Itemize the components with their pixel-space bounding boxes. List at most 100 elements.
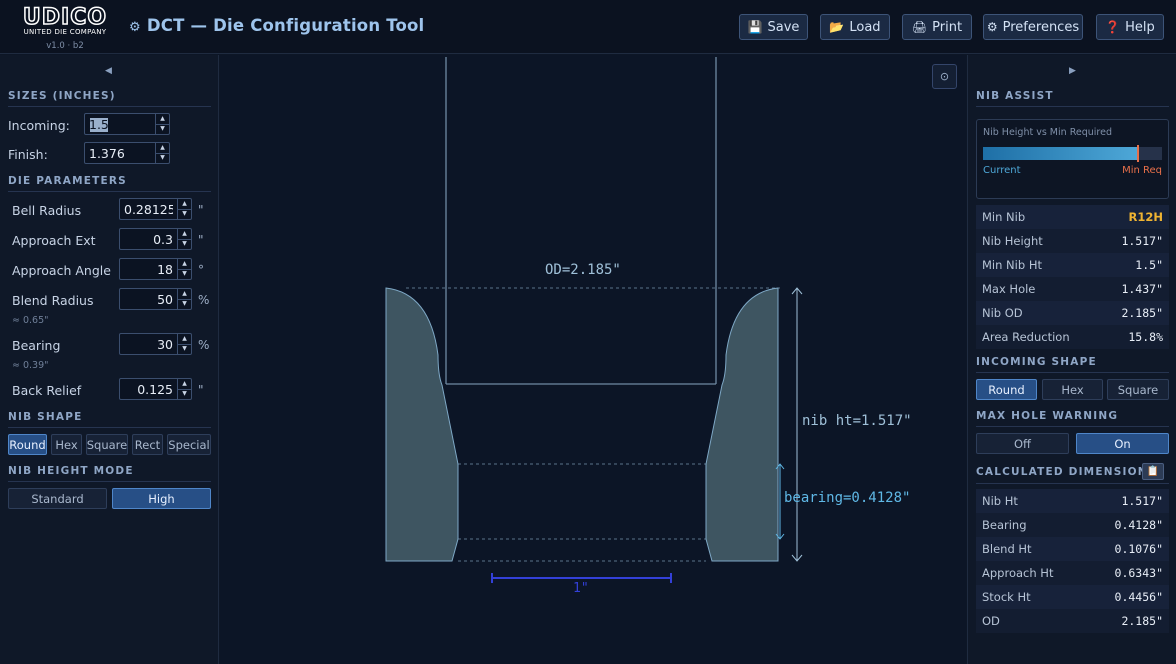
blend-radius-input[interactable] xyxy=(120,289,177,309)
finish-stepper[interactable]: ▲▼ xyxy=(84,142,170,164)
unit-label: % xyxy=(198,293,210,307)
collapse-right-icon[interactable]: ▶ xyxy=(1069,66,1076,76)
decrement-icon[interactable]: ▼ xyxy=(156,154,169,164)
print-button[interactable]: 🖨 Print xyxy=(902,14,972,40)
calc-value: 0.4456" xyxy=(1114,590,1163,604)
calc-label: Bearing xyxy=(982,518,1027,532)
load-button[interactable]: 📂 Load xyxy=(820,14,890,40)
divider xyxy=(8,427,211,428)
bell-radius-label: Bell Radius xyxy=(12,203,82,218)
increment-icon[interactable]: ▲ xyxy=(156,114,169,125)
calc-row: Approach Ht 0.6343" xyxy=(976,561,1169,585)
save-icon: 💾 xyxy=(747,20,763,34)
clipboard-icon: 📋 xyxy=(1146,466,1160,477)
decrement-icon[interactable]: ▼ xyxy=(178,240,191,250)
nib-shape-round[interactable]: Round xyxy=(8,434,47,455)
height-mode-high[interactable]: High xyxy=(112,488,211,509)
nib-assist-chart: Nib Height vs Min Required Current Min R… xyxy=(976,119,1169,199)
increment-icon[interactable]: ▲ xyxy=(156,143,169,154)
metric-row: Nib Height 1.517" xyxy=(976,229,1169,253)
back-relief-input[interactable] xyxy=(120,379,177,399)
increment-icon[interactable]: ▲ xyxy=(178,229,191,240)
metric-label: Nib OD xyxy=(982,306,1023,320)
finish-input[interactable] xyxy=(85,143,155,163)
approach-ext-input[interactable] xyxy=(120,229,177,249)
help-icon: ❓ xyxy=(1105,20,1121,34)
calc-label: Blend Ht xyxy=(982,542,1032,556)
decrement-icon[interactable]: ▼ xyxy=(156,125,169,135)
approach-angle-label: Approach Angle xyxy=(12,263,111,278)
decrement-icon[interactable]: ▼ xyxy=(178,270,191,280)
metric-value: R12H xyxy=(1128,210,1163,224)
calc-row: Bearing 0.4128" xyxy=(976,513,1169,537)
assist-chart-title: Nib Height vs Min Required xyxy=(983,127,1112,138)
calc-row: Nib Ht 1.517" xyxy=(976,489,1169,513)
incoming-shape-hex[interactable]: Hex xyxy=(1042,379,1103,400)
incoming-stepper[interactable]: ▲▼ xyxy=(84,113,170,135)
increment-icon[interactable]: ▲ xyxy=(178,379,191,390)
version-label: v1.0 · b2 xyxy=(46,41,84,51)
drawing-canvas[interactable]: ⊙ OD=2.185" nib ht=1.517" bearing=0.4128… xyxy=(220,55,966,664)
nib-shape-square[interactable]: Square xyxy=(86,434,128,455)
nib-shape-hex[interactable]: Hex xyxy=(51,434,82,455)
max-hole-section-title: MAX HOLE WARNING xyxy=(976,410,1119,422)
divider xyxy=(976,106,1169,107)
nib-shape-rect[interactable]: Rect xyxy=(132,434,163,455)
gear-icon: ⚙ xyxy=(986,20,998,34)
blend-radius-approx: ≈ 0.65" xyxy=(12,315,49,326)
increment-icon[interactable]: ▲ xyxy=(178,289,191,300)
incoming-shape-round[interactable]: Round xyxy=(976,379,1037,400)
save-button[interactable]: 💾 Save xyxy=(739,14,808,40)
metric-label: Min Nib xyxy=(982,210,1026,224)
assist-bar-fill xyxy=(983,147,1139,160)
nib-shape-special[interactable]: Special xyxy=(167,434,211,455)
bearing-label: bearing=0.4128" xyxy=(784,490,910,506)
app-header: UDICO UNITED DIE COMPANY v1.0 · b2 ⚙ DCT … xyxy=(0,0,1176,54)
bearing-stepper[interactable]: ▲▼ xyxy=(119,333,192,355)
calc-value: 0.4128" xyxy=(1114,518,1163,532)
bearing-input[interactable] xyxy=(120,334,177,354)
metric-row: Nib OD 2.185" xyxy=(976,301,1169,325)
decrement-icon[interactable]: ▼ xyxy=(178,210,191,220)
collapse-left-icon[interactable]: ◀ xyxy=(105,66,112,76)
divider xyxy=(976,372,1169,373)
decrement-icon[interactable]: ▼ xyxy=(178,300,191,310)
bell-radius-input[interactable] xyxy=(120,199,177,219)
od-label: OD=2.185" xyxy=(545,262,621,278)
increment-icon[interactable]: ▲ xyxy=(178,259,191,270)
incoming-input[interactable] xyxy=(85,114,155,134)
unit-label: " xyxy=(198,383,204,397)
back-relief-label: Back Relief xyxy=(12,383,82,398)
calc-value: 0.6343" xyxy=(1114,566,1163,580)
divider xyxy=(8,191,211,192)
current-legend: Current xyxy=(983,165,1021,176)
calc-label: Approach Ht xyxy=(982,566,1054,580)
max-hole-off[interactable]: Off xyxy=(976,433,1069,454)
max-hole-on[interactable]: On xyxy=(1076,433,1169,454)
incoming-shape-square[interactable]: Square xyxy=(1107,379,1169,400)
help-button[interactable]: ❓ Help xyxy=(1096,14,1164,40)
approach-ext-stepper[interactable]: ▲▼ xyxy=(119,228,192,250)
nib-shape-section-title: NIB SHAPE xyxy=(8,411,83,423)
divider xyxy=(976,426,1169,427)
increment-icon[interactable]: ▲ xyxy=(178,334,191,345)
metric-row: Min Nib R12H xyxy=(976,205,1169,229)
approach-angle-stepper[interactable]: ▲▼ xyxy=(119,258,192,280)
increment-icon[interactable]: ▲ xyxy=(178,199,191,210)
preferences-button[interactable]: ⚙ Preferences xyxy=(983,14,1083,40)
metric-value: 2.185" xyxy=(1121,306,1163,320)
unit-label: " xyxy=(198,203,204,217)
height-mode-standard[interactable]: Standard xyxy=(8,488,107,509)
back-relief-stepper[interactable]: ▲▼ xyxy=(119,378,192,400)
unit-label: " xyxy=(198,233,204,247)
app-title: ⚙ DCT — Die Configuration Tool xyxy=(129,16,424,35)
approach-angle-input[interactable] xyxy=(120,259,177,279)
copy-button[interactable]: 📋 xyxy=(1142,463,1164,480)
nib-height-section-title: NIB HEIGHT MODE xyxy=(8,465,134,477)
die-drawing: OD=2.185" nib ht=1.517" bearing=0.4128" … xyxy=(385,57,912,596)
blend-radius-stepper[interactable]: ▲▼ xyxy=(119,288,192,310)
calc-label: Stock Ht xyxy=(982,590,1031,604)
decrement-icon[interactable]: ▼ xyxy=(178,390,191,400)
bell-radius-stepper[interactable]: ▲▼ xyxy=(119,198,192,220)
decrement-icon[interactable]: ▼ xyxy=(178,345,191,355)
